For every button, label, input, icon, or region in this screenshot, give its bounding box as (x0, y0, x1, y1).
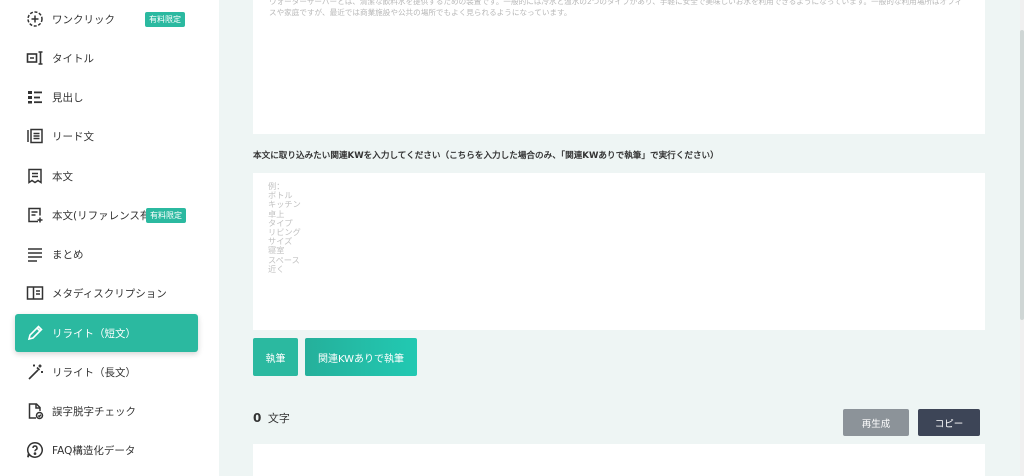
placeholder-line: 例： (268, 181, 285, 191)
placeholder-line: リビング (268, 227, 301, 238)
summary-lines-icon (26, 245, 44, 263)
sidebar-item-rewrite-short[interactable]: リライト（短文） (15, 314, 198, 352)
write-button[interactable]: 執筆 (253, 338, 298, 376)
sidebar-item-label: ワンクリック (52, 13, 115, 26)
sidebar-item-meta-description[interactable]: メタディスクリプション (15, 274, 198, 312)
source-text-area[interactable]: ウォーターサーバーとは、清潔な飲料水を提供するための装置です。一般的には冷水と温… (253, 0, 985, 134)
copy-button[interactable]: コピー (918, 409, 980, 436)
write-with-keywords-button[interactable]: 関連KWありで執筆 (305, 338, 417, 376)
sidebar-item-title[interactable]: タイトル (15, 39, 198, 77)
lead-text-icon (26, 127, 44, 145)
meta-description-icon (26, 284, 44, 302)
title-icon (26, 49, 44, 67)
regenerate-button[interactable]: 再生成 (843, 409, 909, 436)
sidebar-item-label: 本文(リファレンス有) (52, 209, 155, 222)
character-count: 0 文字 (253, 410, 290, 426)
sidebar-item-label: リライト（短文） (52, 327, 136, 340)
placeholder-line: キッチン (268, 199, 301, 210)
placeholder-line: 寝室 (268, 245, 285, 256)
sidebar-item-label: リード文 (52, 130, 94, 143)
sidebar-item-lead[interactable]: リード文 (15, 117, 198, 155)
sidebar-item-label: 誤字脱字チェック (52, 405, 136, 418)
scrollbar-thumb[interactable] (1020, 30, 1024, 320)
sidebar: ワンクリック 有料限定 タイトル 見出し リード文 本文 本文(リファレンス有)… (0, 0, 219, 476)
placeholder-line: ボトル (268, 190, 293, 201)
heading-list-icon (26, 88, 44, 106)
related-keyword-label: 本文に取り込みたい関連KWを入力してください（こちらを入力した場合のみ、「関連K… (253, 151, 719, 161)
document-add-icon (26, 206, 44, 224)
source-text: ウォーターサーバーとは、清潔な飲料水を提供するための装置です。一般的には冷水と温… (269, 0, 963, 17)
sidebar-item-rewrite-long[interactable]: リライト（長文） (15, 353, 198, 391)
paid-only-badge: 有料限定 (145, 12, 185, 27)
placeholder-line: 近く (268, 263, 285, 274)
character-count-unit: 文字 (267, 412, 290, 425)
character-count-value: 0 (253, 411, 262, 425)
faq-icon (26, 441, 44, 459)
sidebar-item-body[interactable]: 本文 (15, 157, 198, 195)
sidebar-item-label: 見出し (52, 91, 84, 104)
scrollbar[interactable] (1020, 0, 1024, 476)
placeholder-line: スペース (268, 254, 300, 265)
sidebar-item-typo-check[interactable]: 誤字脱字チェック (15, 392, 198, 430)
placeholder-line: サイズ (268, 236, 293, 247)
placeholder-line: 卓上 (268, 208, 285, 219)
result-output-area[interactable] (253, 444, 985, 476)
sidebar-item-label: リライト（長文） (52, 366, 136, 379)
related-keyword-input[interactable]: 例： ボトル キッチン 卓上 タイプ リビング サイズ 寝室 スペース 近く (253, 173, 985, 330)
sidebar-item-label: 本文 (52, 170, 73, 183)
placeholder-line: タイプ (268, 217, 293, 228)
sidebar-item-label: まとめ (52, 248, 84, 261)
pencil-icon (26, 324, 44, 342)
main-content: ウォーターサーバーとは、清潔な飲料水を提供するための装置です。一般的には冷水と温… (219, 0, 1024, 476)
file-check-icon (26, 402, 44, 420)
sidebar-item-label: メタディスクリプション (52, 287, 167, 300)
plus-circle-icon (26, 10, 44, 28)
sidebar-item-summary[interactable]: まとめ (15, 235, 198, 273)
sidebar-item-label: タイトル (52, 52, 94, 65)
sidebar-item-heading[interactable]: 見出し (15, 78, 198, 116)
document-icon (26, 167, 44, 185)
paid-only-badge: 有料限定 (146, 208, 186, 223)
sidebar-item-label: FAQ構造化データ (52, 444, 136, 457)
sidebar-item-faq[interactable]: FAQ構造化データ (15, 431, 198, 469)
magic-wand-icon (26, 363, 44, 381)
